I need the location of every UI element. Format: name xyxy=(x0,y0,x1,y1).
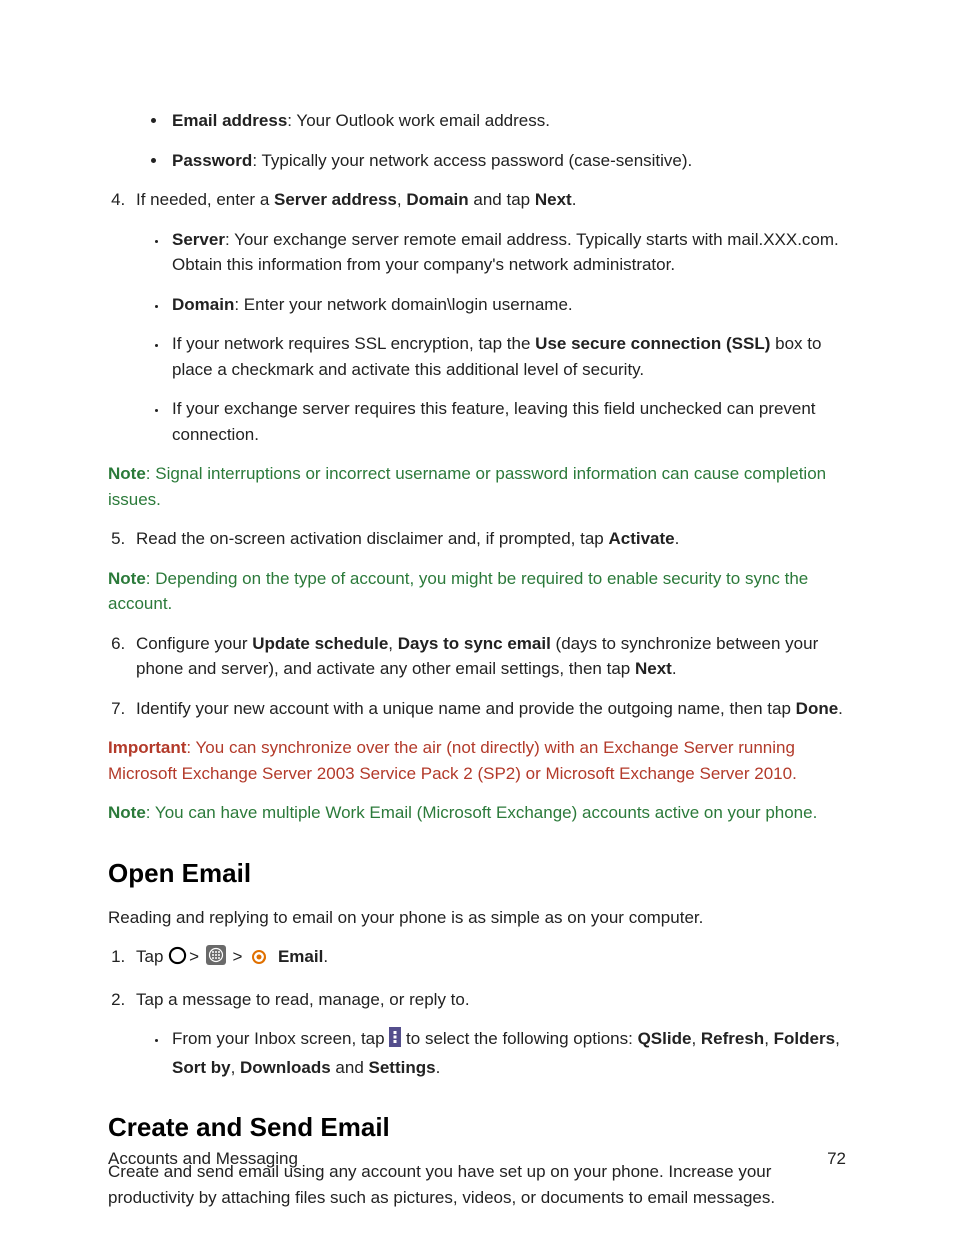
note-label: Note xyxy=(108,464,146,483)
text: : Your Outlook work email address. xyxy=(287,111,550,130)
sub-ssl: If your network requires SSL encryption,… xyxy=(168,331,850,382)
text: , xyxy=(764,1029,773,1048)
app-drawer-icon xyxy=(206,945,226,973)
bullet-email-address: Email address: Your Outlook work email a… xyxy=(168,108,850,134)
bold: Folders xyxy=(774,1029,835,1048)
text: If needed, enter a xyxy=(136,190,274,209)
text: If your network requires SSL encryption,… xyxy=(172,334,535,353)
text: Identify your new account with a unique … xyxy=(136,699,796,718)
sub-server: Server: Your exchange server remote emai… xyxy=(168,227,850,278)
text: . xyxy=(572,190,577,209)
sub-unchecked: If your exchange server requires this fe… xyxy=(168,396,850,447)
note-label: Note xyxy=(108,803,146,822)
text: Tap xyxy=(136,947,168,966)
step-4: If needed, enter a Server address, Domai… xyxy=(130,187,850,447)
footer-section-title: Accounts and Messaging xyxy=(108,1149,298,1169)
footer-page-number: 72 xyxy=(827,1149,846,1169)
page-content: Email address: Your Outlook work email a… xyxy=(108,108,850,1224)
text: : Typically your network access password… xyxy=(252,151,692,170)
note-text: : Signal interruptions or incorrect user… xyxy=(108,464,826,509)
text: . xyxy=(672,659,677,678)
open-step-2: Tap a message to read, manage, or reply … xyxy=(130,987,850,1081)
text: and xyxy=(331,1058,369,1077)
bold: Server address xyxy=(274,190,397,209)
label: Server xyxy=(172,230,225,249)
text: . xyxy=(675,529,680,548)
text: and tap xyxy=(469,190,535,209)
note-2: Note: Depending on the type of account, … xyxy=(108,566,850,617)
text: Configure your xyxy=(136,634,252,653)
text: , xyxy=(388,634,397,653)
steps-6-7: Configure your Update schedule, Days to … xyxy=(130,631,850,722)
step-5-list: Read the on-screen activation disclaimer… xyxy=(130,526,850,552)
text: Tap a message to read, manage, or reply … xyxy=(136,990,470,1009)
open-email-steps: Tap > > Email. Tap a message to read, ma… xyxy=(130,944,850,1080)
text: , xyxy=(397,190,406,209)
bold: Downloads xyxy=(240,1058,331,1077)
home-icon xyxy=(168,946,187,973)
text: If your exchange server requires this fe… xyxy=(172,399,816,444)
text: , xyxy=(231,1058,240,1077)
important-text: : You can synchronize over the air (not … xyxy=(108,738,797,783)
bold: Domain xyxy=(406,190,468,209)
bold: Activate xyxy=(608,529,674,548)
text: : Enter your network domain\login userna… xyxy=(234,295,572,314)
text: . xyxy=(436,1058,441,1077)
note-3: Note: You can have multiple Work Email (… xyxy=(108,800,850,826)
sub-domain: Domain: Enter your network domain\login … xyxy=(168,292,850,318)
bold: Days to sync email xyxy=(398,634,551,653)
open-email-intro: Reading and replying to email on your ph… xyxy=(108,905,850,931)
text: . xyxy=(838,699,843,718)
text: From your Inbox screen, tap xyxy=(172,1029,389,1048)
note-text: : Depending on the type of account, you … xyxy=(108,569,808,614)
bold: Done xyxy=(796,699,839,718)
email-app-icon xyxy=(249,947,269,973)
bold: Next xyxy=(635,659,672,678)
inbox-options: From your Inbox screen, tap to select th… xyxy=(168,1026,850,1080)
bold: Email xyxy=(278,947,323,966)
bold: Sort by xyxy=(172,1058,231,1077)
label: Domain xyxy=(172,295,234,314)
text: Read the on-screen activation disclaimer… xyxy=(136,529,608,548)
open-step-1: Tap > > Email. xyxy=(130,944,850,973)
text: . xyxy=(323,947,328,966)
chevron: > xyxy=(189,947,199,966)
text: , xyxy=(835,1029,840,1048)
step-7: Identify your new account with a unique … xyxy=(130,696,850,722)
important-note: Important: You can synchronize over the … xyxy=(108,735,850,786)
bold: Use secure connection (SSL) xyxy=(535,334,770,353)
top-bullets: Email address: Your Outlook work email a… xyxy=(168,108,850,173)
note-text: : You can have multiple Work Email (Micr… xyxy=(146,803,818,822)
important-label: Important xyxy=(108,738,186,757)
bold: Refresh xyxy=(701,1029,764,1048)
step4-sublist: Server: Your exchange server remote emai… xyxy=(168,227,850,448)
note-1: Note: Signal interruptions or incorrect … xyxy=(108,461,850,512)
bullet-password: Password: Typically your network access … xyxy=(168,148,850,174)
heading-open-email: Open Email xyxy=(108,854,850,893)
open-step2-sub: From your Inbox screen, tap to select th… xyxy=(168,1026,850,1080)
bold: Next xyxy=(535,190,572,209)
text: to select the following options: xyxy=(401,1029,637,1048)
label: Password xyxy=(172,151,252,170)
text: , xyxy=(691,1029,700,1048)
label: Email address xyxy=(172,111,287,130)
bold: QSlide xyxy=(638,1029,692,1048)
chevron: > xyxy=(233,947,243,966)
text: : Your exchange server remote email addr… xyxy=(172,230,839,275)
step-5: Read the on-screen activation disclaimer… xyxy=(130,526,850,552)
note-label: Note xyxy=(108,569,146,588)
heading-create-send-email: Create and Send Email xyxy=(108,1108,850,1147)
menu-overflow-icon xyxy=(389,1027,401,1055)
step-6: Configure your Update schedule, Days to … xyxy=(130,631,850,682)
steps-4-7: If needed, enter a Server address, Domai… xyxy=(130,187,850,447)
bold: Update schedule xyxy=(252,634,388,653)
bold: Settings xyxy=(369,1058,436,1077)
